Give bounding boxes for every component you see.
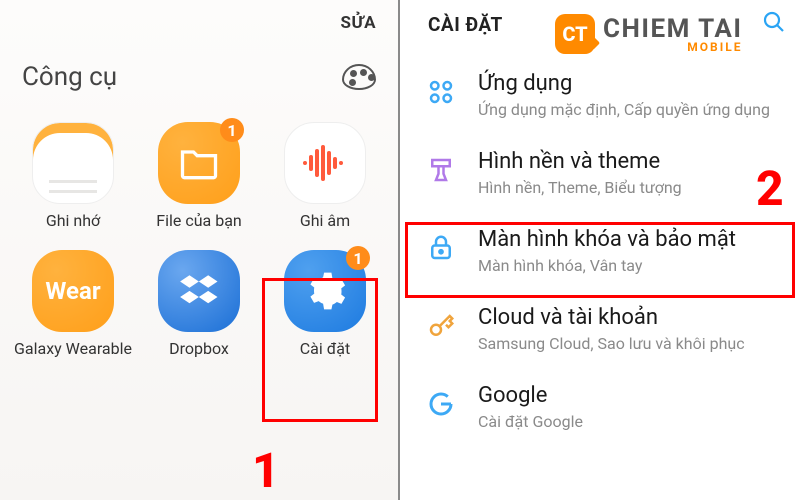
apps-icon xyxy=(424,75,458,109)
search-icon[interactable] xyxy=(762,10,786,38)
settings-row-lock-security[interactable]: Màn hình khóa và bảo mật Màn hình khóa, … xyxy=(400,212,800,290)
row-title: Màn hình khóa và bảo mật xyxy=(478,227,736,252)
left-topbar: SỬA xyxy=(0,0,398,46)
section-header: Công cụ xyxy=(0,46,398,110)
app-drawer-pane: SỬA Công cụ Ghi nhớ 1 File của bạn xyxy=(0,0,400,500)
gear-icon: 1 xyxy=(284,250,366,332)
wear-icon: Wear xyxy=(32,250,114,332)
row-title: Cloud và tài khoản xyxy=(478,305,745,330)
settings-title: CÀI ĐẶT xyxy=(428,13,503,36)
app-voice-recorder[interactable]: Ghi âm xyxy=(264,116,386,238)
edit-button[interactable]: SỬA xyxy=(341,13,377,33)
badge: 1 xyxy=(220,118,244,142)
row-subtitle: Cài đặt Google xyxy=(478,412,583,431)
palette-icon[interactable] xyxy=(342,64,376,90)
settings-row-text: Hình nền và theme Hình nền, Theme, Biểu … xyxy=(478,149,682,197)
app-settings[interactable]: 1 Cài đặt xyxy=(264,244,386,366)
settings-row-apps[interactable]: Ứng dụng Ứng dụng mặc định, Cấp quyền ứn… xyxy=(400,56,800,134)
app-dropbox[interactable]: Dropbox xyxy=(138,244,260,366)
app-label: Ghi âm xyxy=(300,212,350,232)
badge: 1 xyxy=(346,246,370,270)
step-number-2: 2 xyxy=(756,160,784,217)
app-files[interactable]: 1 File của bạn xyxy=(138,116,260,238)
settings-row-text: Cloud và tài khoản Samsung Cloud, Sao lư… xyxy=(478,305,745,353)
settings-header: CÀI ĐẶT xyxy=(400,0,800,56)
app-label: Galaxy Wearable xyxy=(14,340,132,360)
row-title: Hình nền và theme xyxy=(478,149,682,174)
memo-icon xyxy=(32,122,114,204)
key-icon xyxy=(424,309,458,343)
app-label: Cài đặt xyxy=(300,340,350,360)
settings-pane: CÀI ĐẶT Ứng dụng Ứng dụng mặc định, Cấp … xyxy=(400,0,800,500)
row-subtitle: Ứng dụng mặc định, Cấp quyền ứng dụng xyxy=(478,100,770,119)
app-label: File của bạn xyxy=(156,212,241,232)
app-galaxy-wearable[interactable]: Wear Galaxy Wearable xyxy=(12,244,134,366)
row-title: Ứng dụng xyxy=(478,71,770,96)
section-title: Công cụ xyxy=(22,62,117,92)
settings-row-wallpaper[interactable]: Hình nền và theme Hình nền, Theme, Biểu … xyxy=(400,134,800,212)
settings-row-text: Google Cài đặt Google xyxy=(478,383,583,431)
folder-icon: 1 xyxy=(158,122,240,204)
app-grid: Ghi nhớ 1 File của bạn Ghi âm Wear Galax… xyxy=(0,110,398,372)
settings-row-google[interactable]: Google Cài đặt Google xyxy=(400,368,800,446)
brush-icon xyxy=(424,153,458,187)
row-title: Google xyxy=(478,383,583,408)
app-label: Dropbox xyxy=(169,340,229,360)
app-memo[interactable]: Ghi nhớ xyxy=(12,116,134,238)
row-subtitle: Samsung Cloud, Sao lưu và khôi phục xyxy=(478,334,745,353)
lock-icon xyxy=(424,231,458,265)
step-number-1: 1 xyxy=(252,442,280,499)
dropbox-icon xyxy=(158,250,240,332)
settings-row-text: Ứng dụng Ứng dụng mặc định, Cấp quyền ứn… xyxy=(478,71,770,119)
waveform-icon xyxy=(284,122,366,204)
settings-row-text: Màn hình khóa và bảo mật Màn hình khóa, … xyxy=(478,227,736,275)
settings-row-cloud-accounts[interactable]: Cloud và tài khoản Samsung Cloud, Sao lư… xyxy=(400,290,800,368)
google-icon xyxy=(424,387,458,421)
row-subtitle: Hình nền, Theme, Biểu tượng xyxy=(478,178,682,197)
app-label: Ghi nhớ xyxy=(46,212,100,232)
row-subtitle: Màn hình khóa, Vân tay xyxy=(478,256,736,275)
